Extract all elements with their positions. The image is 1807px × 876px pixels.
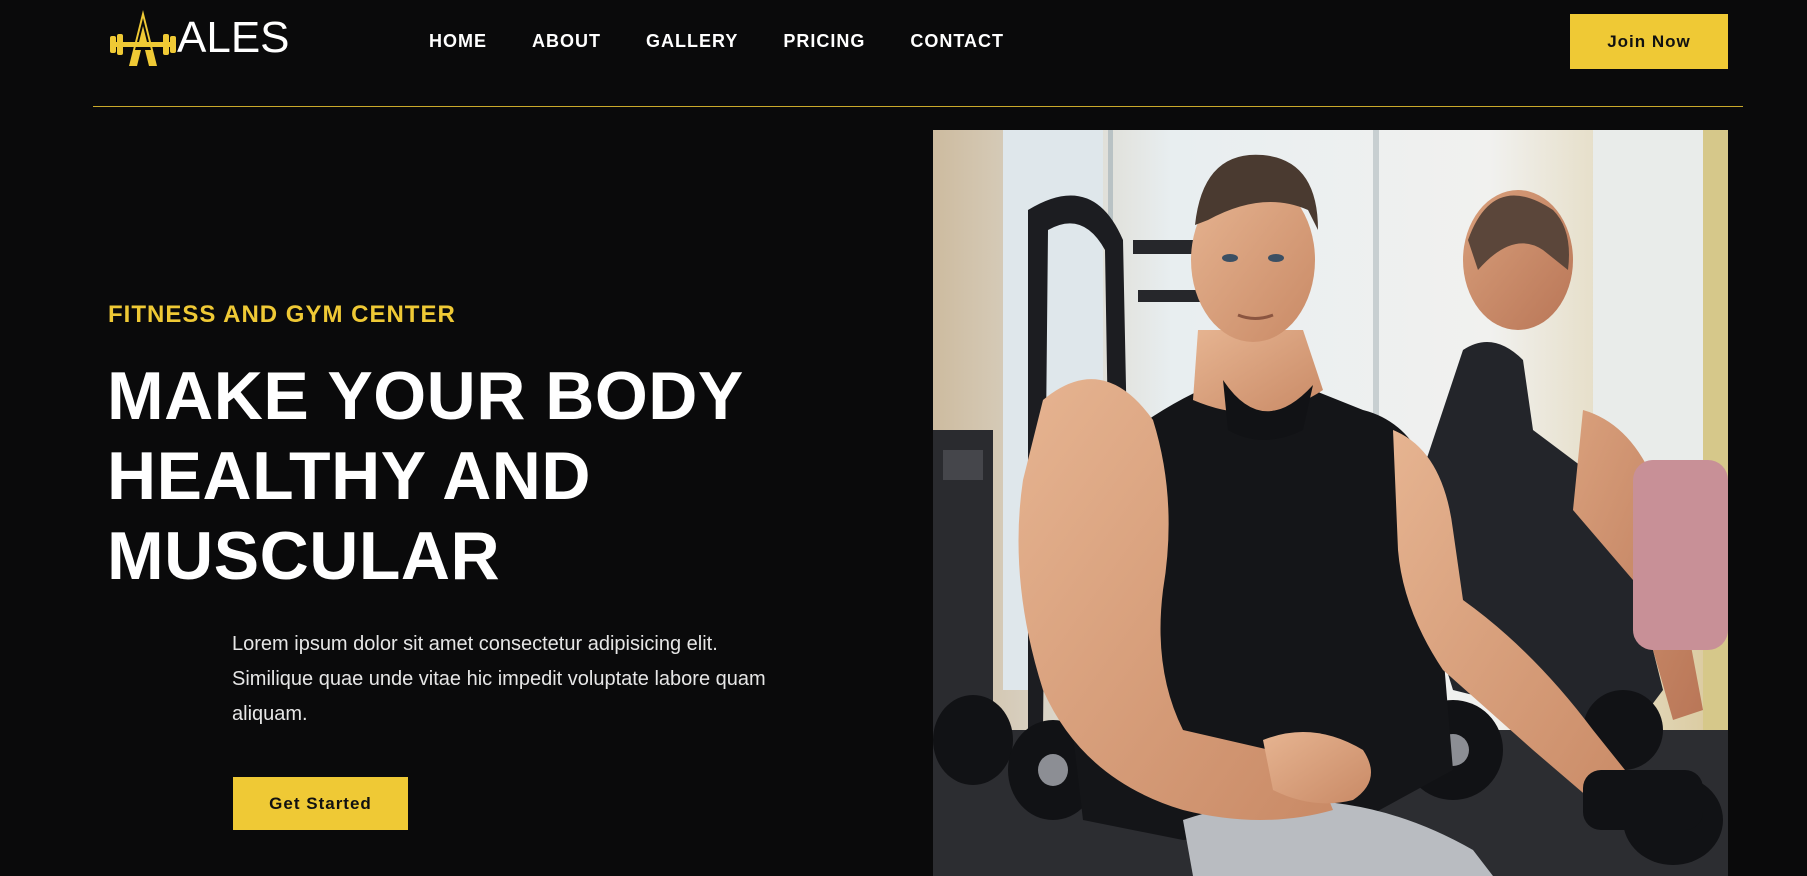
headline-line-2: HEALTHY AND: [107, 438, 592, 514]
nav-item-about[interactable]: ABOUT: [532, 30, 601, 52]
main-nav: HOME ABOUT GALLERY PRICING CONTACT: [429, 30, 1049, 52]
brand-logo[interactable]: ALES: [107, 8, 290, 68]
dumbbell-a-logo-icon: [110, 10, 176, 66]
gym-man-photo: [933, 130, 1728, 876]
join-now-button[interactable]: Join Now: [1570, 14, 1728, 69]
nav-item-home[interactable]: HOME: [429, 30, 487, 52]
header-divider: [93, 106, 1743, 107]
nav-item-gallery[interactable]: GALLERY: [646, 30, 738, 52]
headline-line-3: MUSCULAR: [107, 518, 501, 594]
hero-eyebrow: FITNESS AND GYM CENTER: [108, 301, 456, 328]
nav-item-contact[interactable]: CONTACT: [910, 30, 1004, 52]
landing-page: ALES HOME ABOUT GALLERY PRICING CONTACT …: [0, 0, 1807, 876]
headline-line-1: MAKE YOUR BODY: [107, 358, 744, 434]
hero-headline: MAKE YOUR BODY HEALTHY AND MUSCULAR: [107, 356, 747, 596]
nav-item-pricing[interactable]: PRICING: [783, 30, 865, 52]
logo-text: ALES: [177, 13, 290, 62]
get-started-button[interactable]: Get Started: [233, 777, 408, 830]
hero-description: Lorem ipsum dolor sit amet consectetur a…: [232, 633, 766, 725]
hero-image: [933, 130, 1728, 876]
